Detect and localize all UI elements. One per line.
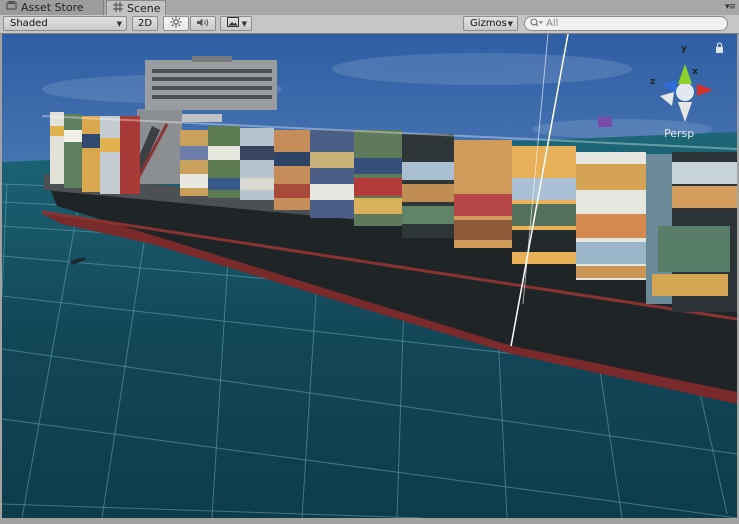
gizmos-label: Gizmos [470,18,507,29]
gizmo-z-label: z [650,77,655,87]
scene-effects-dropdown[interactable]: ▼ [220,16,252,31]
gizmo-x-label: x [692,67,698,77]
2d-label: 2D [137,18,153,29]
chevron-down-icon: ▼ [507,19,513,28]
grid-icon [113,2,123,15]
chevron-down-icon: ▼ [241,19,247,28]
search-icon [530,18,544,30]
scene-audio-toggle[interactable] [190,16,216,31]
tab-label: Asset Store [21,1,84,14]
tab-scene[interactable]: Scene [106,0,166,16]
scene-lighting-toggle[interactable] [163,16,189,31]
scene-search-field[interactable]: All [524,16,728,31]
sun-icon [170,16,182,31]
image-icon [227,17,239,30]
cart-icon [6,1,17,14]
tab-bar: Asset Store Scene ▾≡ [0,0,739,16]
draw-mode-label: Shaded [10,18,48,29]
2d-toggle-button[interactable]: 2D [132,16,158,31]
scene-render[interactable]: y x z Persp [2,34,737,518]
chevron-down-icon: ▼ [116,19,122,28]
tab-asset-store[interactable]: Asset Store [0,0,104,15]
scene-viewport[interactable]: y x z Persp [2,34,737,518]
search-placeholder: All [546,18,559,29]
panel-menu-icon[interactable]: ▾≡ [725,2,736,12]
gizmos-dropdown[interactable]: Gizmos ▼ [463,16,518,31]
projection-label[interactable]: Persp [664,127,694,140]
gizmo-y-label: y [681,44,687,54]
draw-mode-dropdown[interactable]: Shaded ▼ [3,16,127,31]
speaker-icon [196,17,210,31]
tab-label: Scene [127,2,161,15]
scene-toolbar: Shaded ▼ 2D ▼ Gizmos ▼ All [0,15,739,34]
